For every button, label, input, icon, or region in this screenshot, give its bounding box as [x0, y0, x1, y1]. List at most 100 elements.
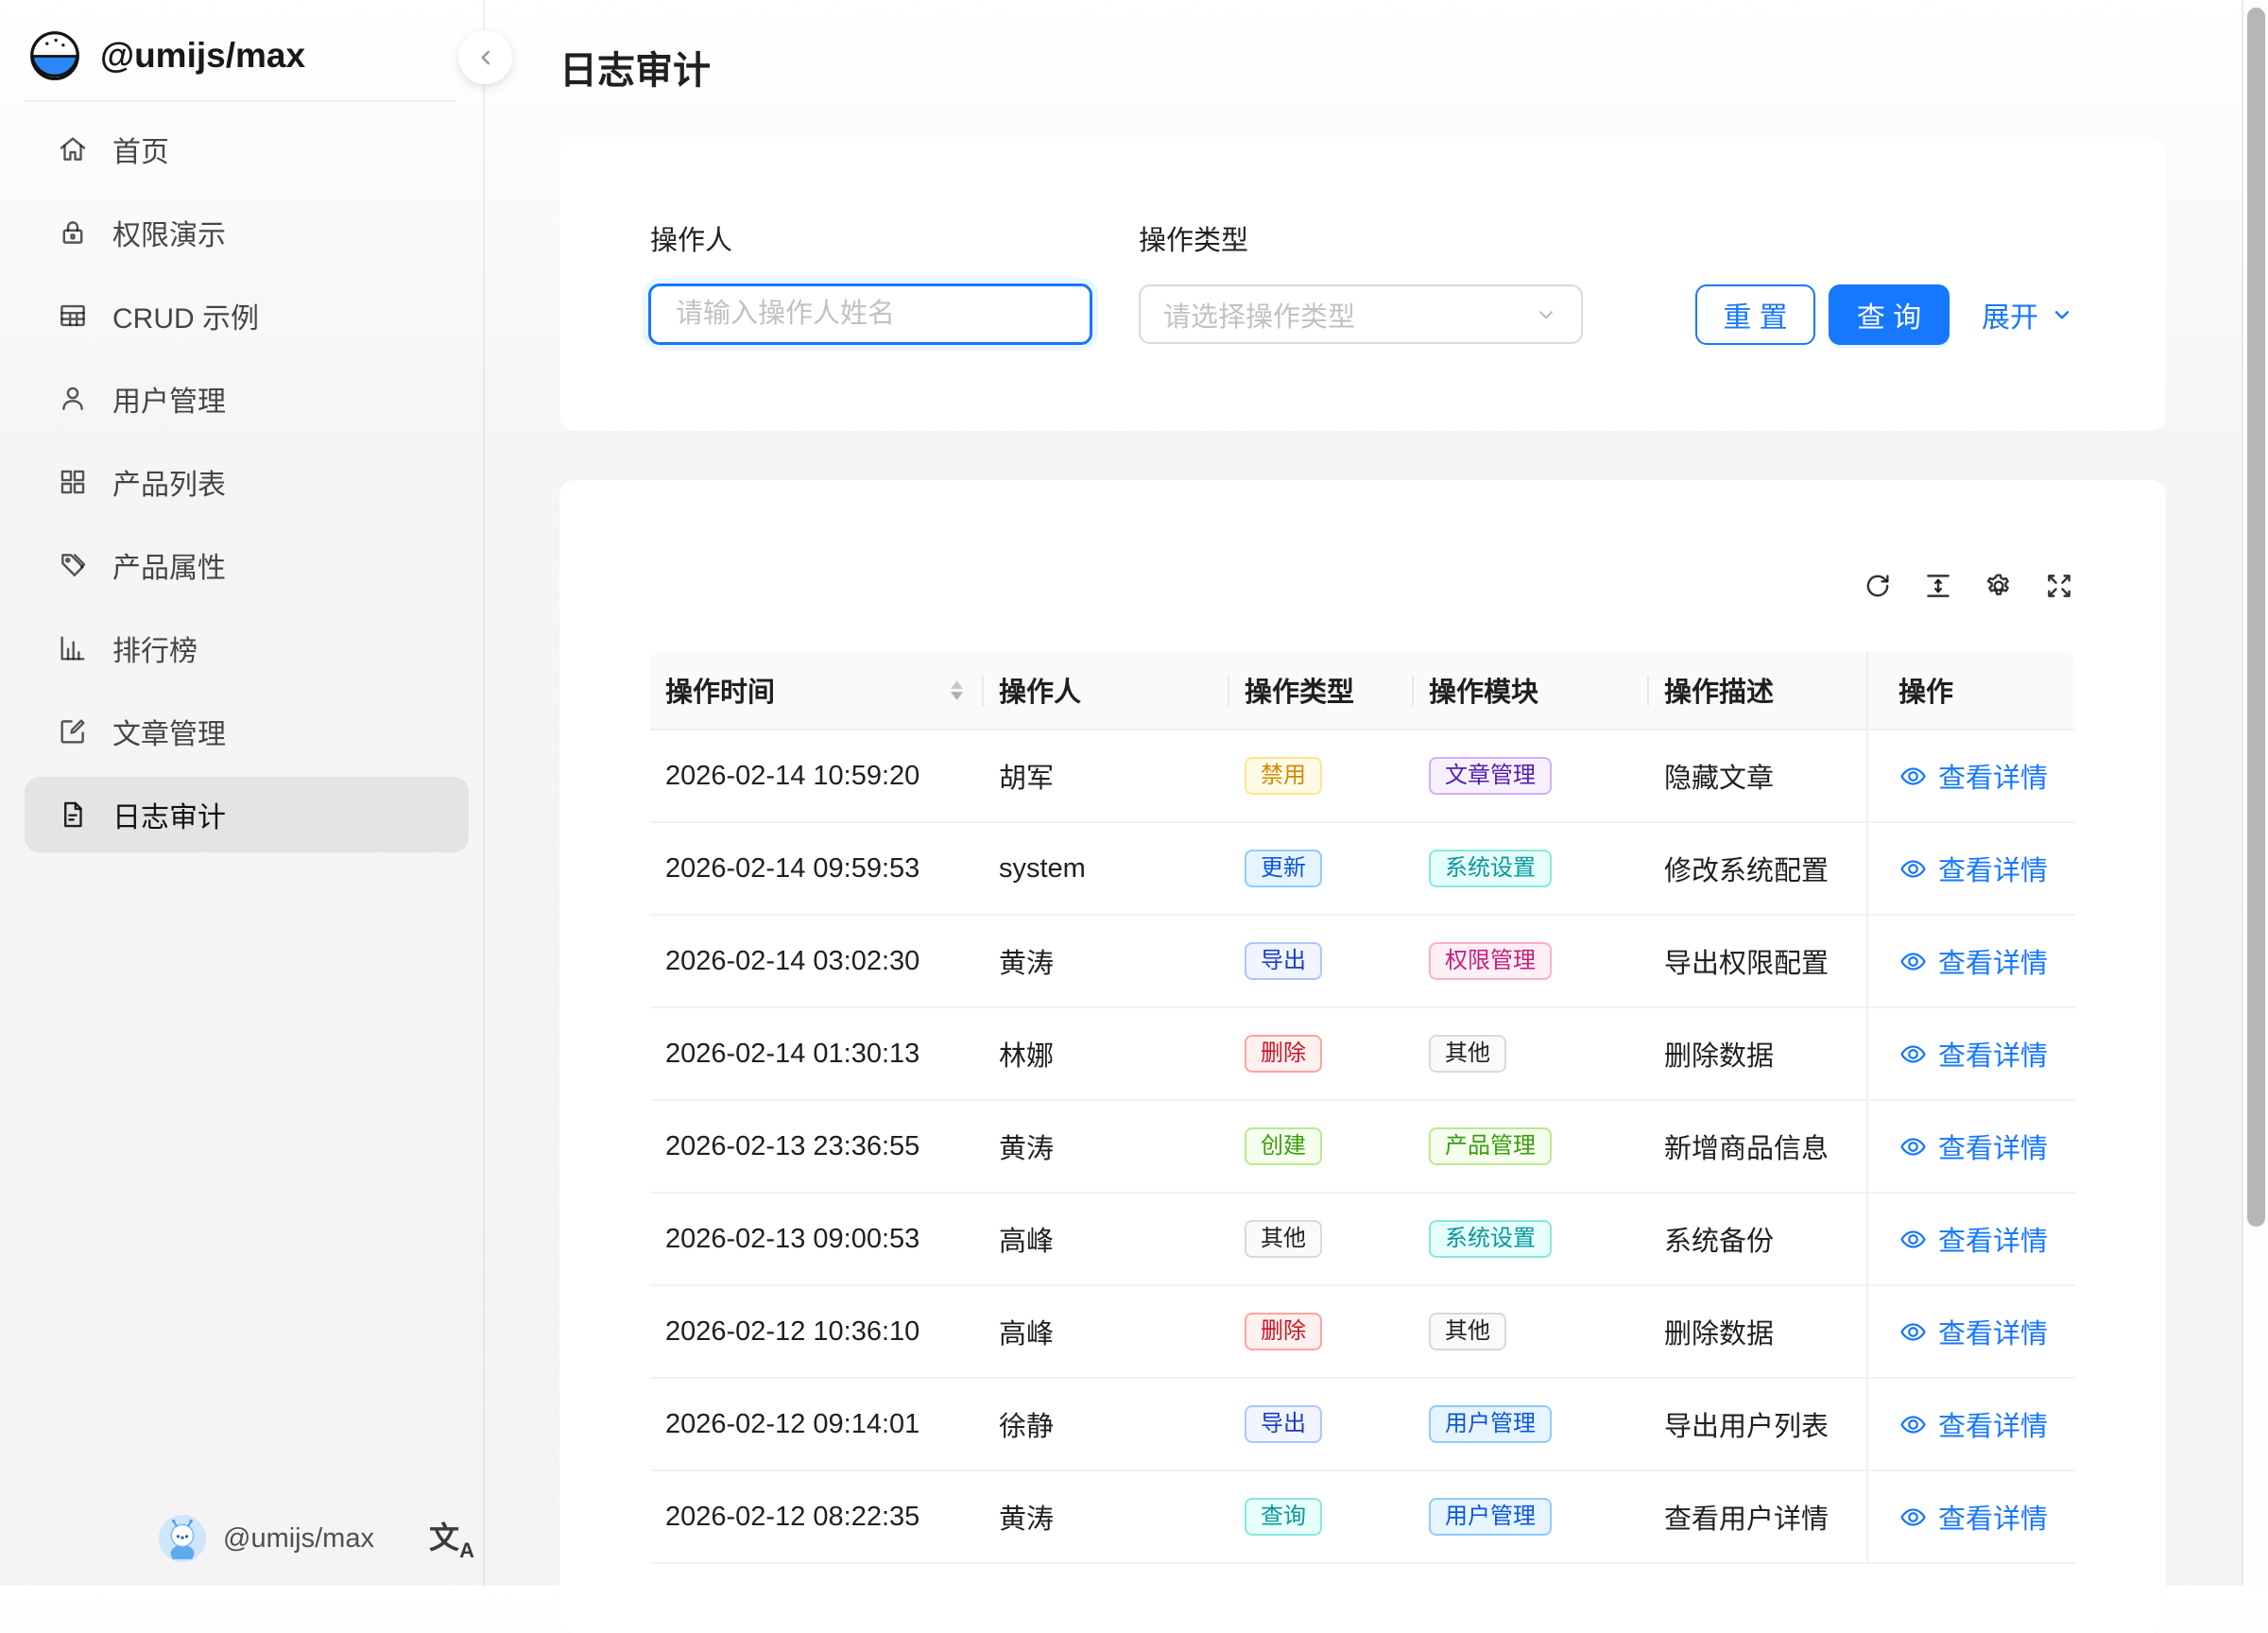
page-scrollbar-thumb[interactable] — [2247, 8, 2265, 1227]
eye-icon — [1899, 1410, 1928, 1439]
chevron-down-icon — [2050, 302, 2074, 327]
sidebar-item-home[interactable]: 首页 — [25, 112, 469, 187]
cell-operation-module: 系统设置 — [1414, 823, 1649, 914]
view-details-link[interactable]: 查看详情 — [1899, 1497, 2048, 1537]
density-icon[interactable] — [1922, 570, 1954, 602]
file-text-icon — [57, 799, 89, 831]
home-icon — [57, 133, 89, 165]
column-header-1[interactable]: 操作时间 — [650, 651, 984, 729]
sidebar-item-ranking[interactable]: 排行榜 — [25, 610, 469, 686]
sidebar-collapse-button[interactable] — [458, 30, 512, 84]
settings-icon[interactable] — [1983, 570, 2015, 602]
fullscreen-icon[interactable] — [2043, 570, 2075, 602]
sidebar-item-label: 用户管理 — [112, 378, 226, 420]
cell-operation-module: 文章管理 — [1414, 731, 1649, 821]
operation-module-tag: 文章管理 — [1429, 757, 1552, 795]
eye-icon — [1899, 1040, 1928, 1069]
rice-bowl-icon — [28, 29, 81, 82]
sidebar-item-permission-demo[interactable]: 权限演示 — [25, 195, 469, 270]
table-toolbar — [1862, 570, 2075, 602]
expand-link[interactable]: 展开 — [1982, 284, 2074, 345]
cell-operation-module: 用户管理 — [1414, 1379, 1649, 1470]
view-details-link[interactable]: 查看详情 — [1899, 849, 2048, 888]
cell-operation-type: 删除 — [1229, 1008, 1414, 1099]
cell-operation-time: 2026-02-13 23:36:55 — [650, 1101, 984, 1192]
chevron-left-icon — [473, 45, 498, 70]
cell-operation-module: 权限管理 — [1414, 916, 1649, 1006]
view-details-label: 查看详情 — [1938, 1219, 2048, 1259]
reset-button[interactable]: 重 置 — [1695, 284, 1815, 345]
sidebar-item-crud-example[interactable]: CRUD 示例 — [25, 278, 469, 353]
operator-input[interactable] — [648, 284, 1092, 345]
eye-icon — [1899, 947, 1928, 976]
sidebar-item-article-management[interactable]: 文章管理 — [25, 694, 469, 769]
operation-type-tag: 创建 — [1245, 1127, 1322, 1165]
cell-operation-module: 其他 — [1414, 1286, 1649, 1377]
cell-operation-time: 2026-02-12 10:36:10 — [650, 1286, 984, 1377]
cell-operation-module: 其他 — [1414, 1008, 1649, 1099]
cell-operation-type: 查询 — [1229, 1471, 1414, 1562]
sidebar-item-product-attrs[interactable]: 产品属性 — [25, 527, 469, 603]
translate-icon[interactable]: 文 A — [429, 1516, 474, 1561]
column-header-5: 操作描述 — [1649, 651, 1866, 729]
eye-icon — [1899, 1132, 1928, 1161]
view-details-label: 查看详情 — [1938, 1034, 2048, 1074]
operation-type-tag: 查询 — [1245, 1498, 1322, 1536]
sidebar-item-label: 首页 — [112, 129, 169, 170]
view-details-link[interactable]: 查看详情 — [1899, 1219, 2048, 1259]
column-title: 操作模块 — [1429, 670, 1538, 710]
ant-mascot-avatar[interactable] — [159, 1515, 206, 1562]
page-scrollbar-track[interactable] — [2242, 0, 2268, 1586]
sidebar-item-label: 产品列表 — [112, 461, 226, 503]
cell-actions: 查看详情 — [1866, 1008, 2075, 1099]
view-details-link[interactable]: 查看详情 — [1899, 1404, 2048, 1444]
view-details-label: 查看详情 — [1938, 1126, 2048, 1166]
sidebar-menu: 首页权限演示 CRUD 示例用户管理产品列表产品属性排行榜文章管理日志审计 — [25, 112, 469, 852]
operation-module-tag: 产品管理 — [1429, 1127, 1552, 1165]
view-details-label: 查看详情 — [1938, 849, 2048, 888]
operation-type-tag: 导出 — [1245, 1405, 1322, 1443]
cell-operation-time: 2026-02-14 03:02:30 — [650, 916, 984, 1006]
table-header-row: 操作时间 操作人操作类型操作模块操作描述操作 — [650, 651, 2075, 731]
cell-operator: 黄涛 — [984, 916, 1229, 1006]
view-details-label: 查看详情 — [1938, 1497, 2048, 1537]
sidebar-item-log-audit[interactable]: 日志审计 — [25, 777, 469, 852]
view-details-link[interactable]: 查看详情 — [1899, 1034, 2048, 1074]
operation-module-tag: 系统设置 — [1429, 1220, 1552, 1258]
cell-actions: 查看详情 — [1866, 1194, 2075, 1284]
view-details-link[interactable]: 查看详情 — [1899, 756, 2048, 796]
view-details-label: 查看详情 — [1938, 1312, 2048, 1351]
appstore-icon — [57, 466, 89, 498]
chevron-down-icon — [1534, 302, 1558, 327]
sidebar-item-user-management[interactable]: 用户管理 — [25, 361, 469, 437]
lock-icon — [57, 216, 89, 249]
eye-icon — [1899, 1317, 1928, 1347]
sidebar-item-product-list[interactable]: 产品列表 — [25, 444, 469, 520]
cell-operation-type: 删除 — [1229, 1286, 1414, 1377]
search-button[interactable]: 查 询 — [1829, 284, 1950, 345]
view-details-link[interactable]: 查看详情 — [1899, 1126, 2048, 1166]
cell-operation-description: 隐藏文章 — [1649, 731, 1866, 821]
table-row: 2026-02-13 23:36:55黄涛创建 产品管理 新增商品信息 查看详情 — [650, 1101, 2075, 1194]
cell-operation-description: 删除数据 — [1649, 1008, 1866, 1099]
cell-operation-description: 系统备份 — [1649, 1194, 1866, 1284]
view-details-link[interactable]: 查看详情 — [1899, 941, 2048, 981]
cell-actions: 查看详情 — [1866, 1101, 2075, 1192]
cell-operation-description: 新增商品信息 — [1649, 1101, 1866, 1192]
operation-type-select[interactable]: 请选择操作类型 — [1139, 284, 1583, 344]
tag-icon — [57, 549, 89, 581]
cell-operation-type: 禁用 — [1229, 731, 1414, 821]
cell-operation-time: 2026-02-12 08:22:35 — [650, 1471, 984, 1562]
cell-operator: 黄涛 — [984, 1101, 1229, 1192]
view-details-link[interactable]: 查看详情 — [1899, 1312, 2048, 1351]
reload-icon[interactable] — [1862, 570, 1894, 602]
cell-operator: 徐静 — [984, 1379, 1229, 1470]
column-title: 操作人 — [999, 670, 1081, 710]
sidebar-item-label: CRUD 示例 — [112, 295, 259, 336]
user-icon — [57, 383, 89, 415]
sorter-icon[interactable] — [951, 680, 969, 700]
page-title: 日志审计 — [559, 40, 711, 95]
cell-operation-description: 导出权限配置 — [1649, 916, 1866, 1006]
sidebar-item-label: 产品属性 — [112, 544, 226, 586]
table-icon — [57, 300, 89, 332]
